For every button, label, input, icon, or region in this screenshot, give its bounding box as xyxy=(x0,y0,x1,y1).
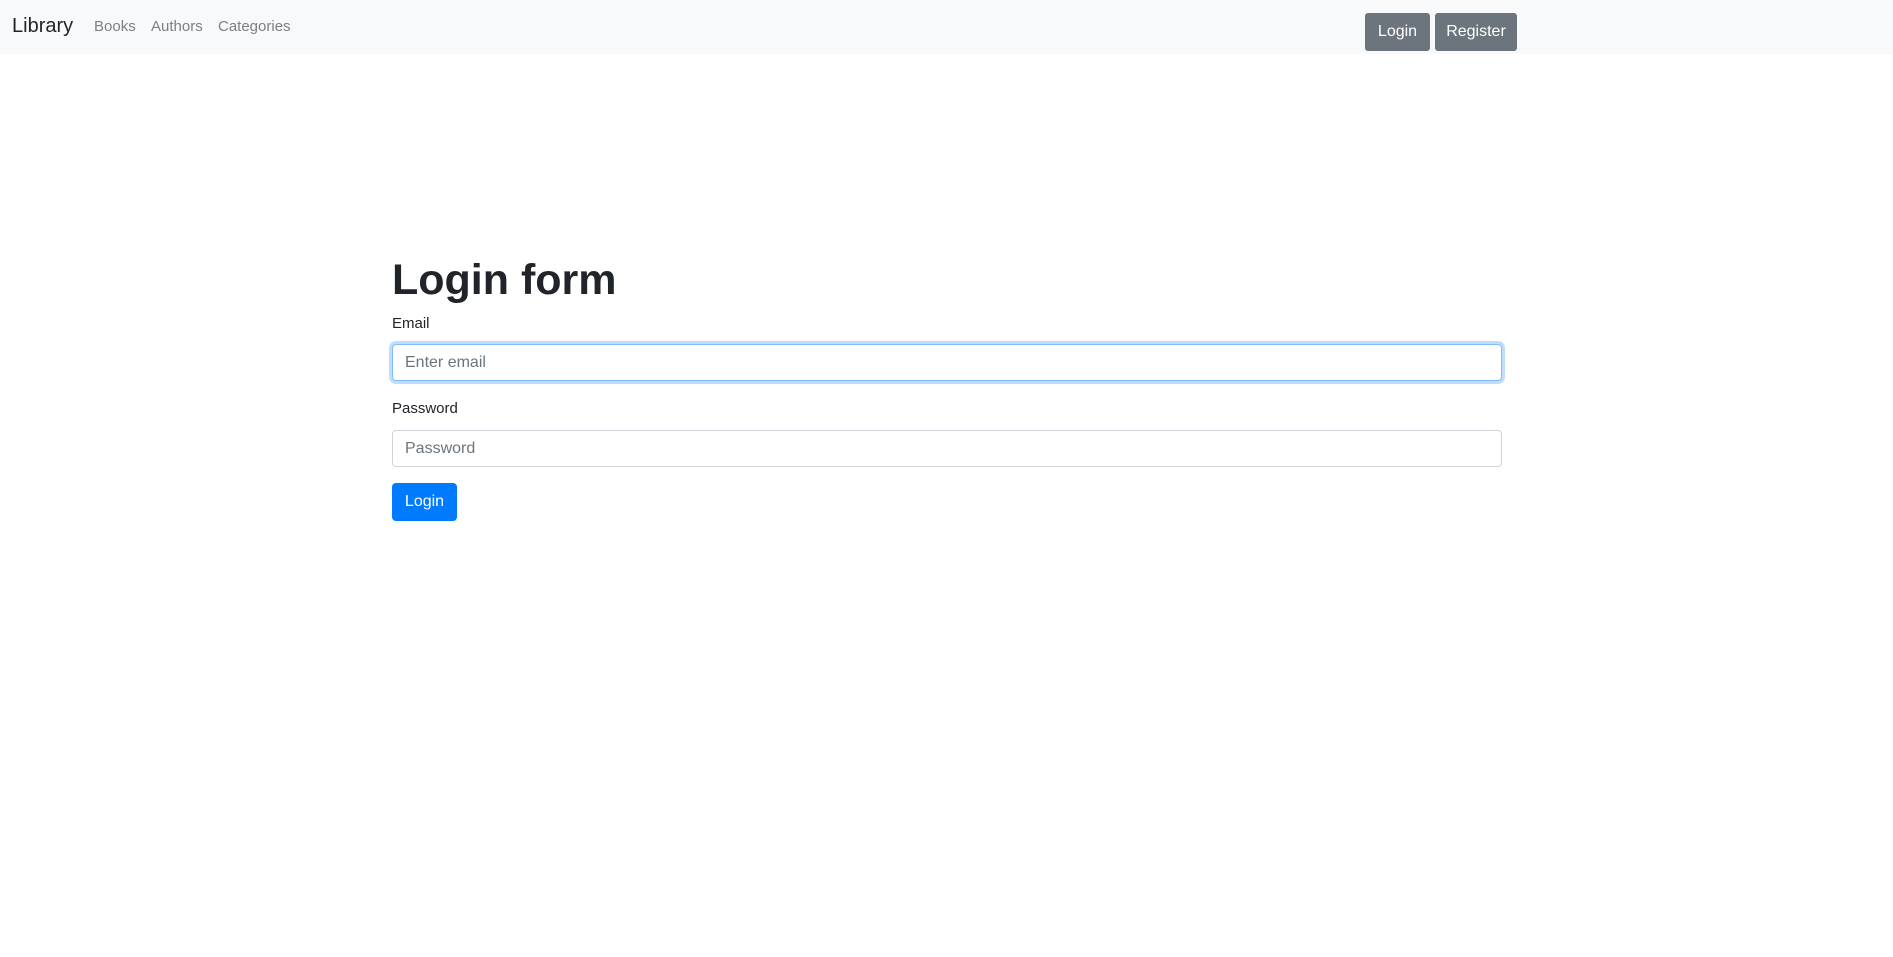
nav-link-categories[interactable]: Categories xyxy=(218,18,291,35)
page-title: Login form xyxy=(392,256,617,304)
email-input[interactable] xyxy=(392,344,1502,381)
nav-link-authors[interactable]: Authors xyxy=(151,18,203,35)
password-input[interactable] xyxy=(392,430,1502,467)
navbar: Library Books Authors Categories Login R… xyxy=(0,0,1893,54)
nav-link-books[interactable]: Books xyxy=(94,18,136,35)
nav-login-button[interactable]: Login xyxy=(1365,13,1430,51)
email-label: Email xyxy=(392,315,430,332)
password-label: Password xyxy=(392,400,458,417)
nav-register-button[interactable]: Register xyxy=(1435,13,1517,51)
brand-link[interactable]: Library xyxy=(12,15,73,38)
login-submit-button[interactable]: Login xyxy=(392,483,457,521)
